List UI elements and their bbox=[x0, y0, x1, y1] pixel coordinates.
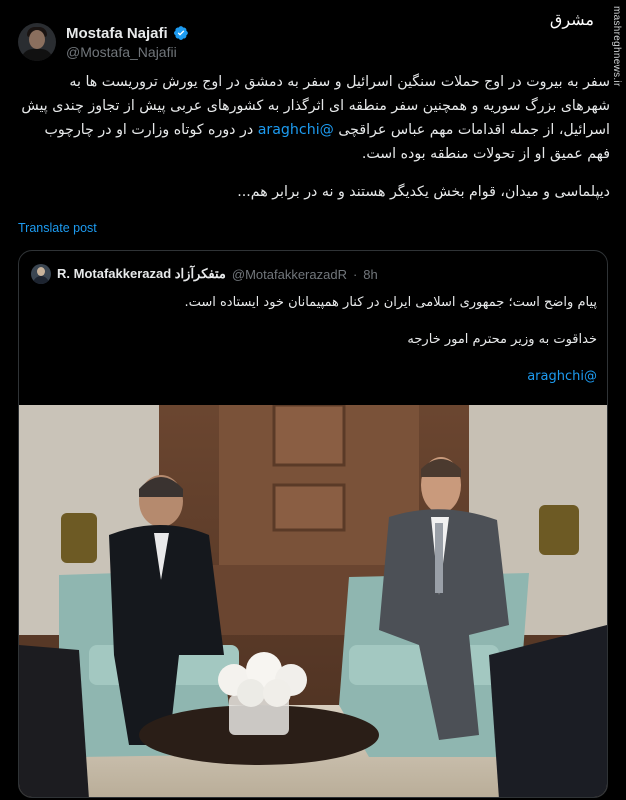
quoted-tweet[interactable]: R. Motafakkerazad متفکرآزاد @Motafakkera… bbox=[18, 250, 608, 798]
tweet-paragraph-1: سفر به بیروت در اوج حملات سنگین اسرائیل … bbox=[18, 70, 610, 166]
watermark-logo: مشرق bbox=[549, 10, 594, 29]
quoted-display-name[interactable]: R. Motafakkerazad متفکرآزاد bbox=[57, 266, 226, 282]
quoted-handle[interactable]: @MotafakkerazadR bbox=[232, 267, 347, 282]
quoted-line-1: پیام واضح است؛ جمهوری اسلامی ایران در کن… bbox=[184, 295, 597, 310]
translate-post-link[interactable]: Translate post bbox=[18, 221, 97, 235]
mention-link[interactable]: @araghchi bbox=[258, 122, 334, 138]
quoted-text: پیام واضح است؛ جمهوری اسلامی ایران در کن… bbox=[31, 293, 597, 387]
author-names: Mostafa Najafi @Mostafa_Najafii bbox=[66, 23, 189, 62]
verified-badge-icon bbox=[173, 26, 188, 40]
watermark-url: mashreghnews.ir bbox=[611, 6, 622, 87]
tweet-paragraph-2: دیپلماسی و میدان، قوام بخش یکدیگر هستند … bbox=[237, 184, 610, 200]
quoted-line-2: خداقوت به وزیر محترم امور خارجه bbox=[407, 332, 597, 347]
quoted-mention-link[interactable]: @araghchi bbox=[31, 367, 597, 387]
author-display-name[interactable]: Mostafa Najafi bbox=[66, 24, 168, 43]
author-display-name-row[interactable]: Mostafa Najafi bbox=[66, 24, 189, 43]
quoted-separator: · bbox=[352, 266, 358, 282]
quoted-avatar[interactable] bbox=[31, 264, 51, 284]
avatar[interactable] bbox=[18, 23, 56, 61]
tweet-text: سفر به بیروت در اوج حملات سنگین اسرائیل … bbox=[18, 70, 610, 204]
author-handle[interactable]: @Mostafa_Najafii bbox=[66, 43, 189, 62]
tweet-header: Mostafa Najafi @Mostafa_Najafii bbox=[18, 18, 189, 66]
quoted-time[interactable]: 8h bbox=[363, 267, 377, 282]
quoted-tweet-header: R. Motafakkerazad متفکرآزاد @Motafakkera… bbox=[31, 263, 378, 285]
meeting-photo-image bbox=[19, 405, 607, 797]
quoted-photo[interactable] bbox=[19, 405, 607, 797]
